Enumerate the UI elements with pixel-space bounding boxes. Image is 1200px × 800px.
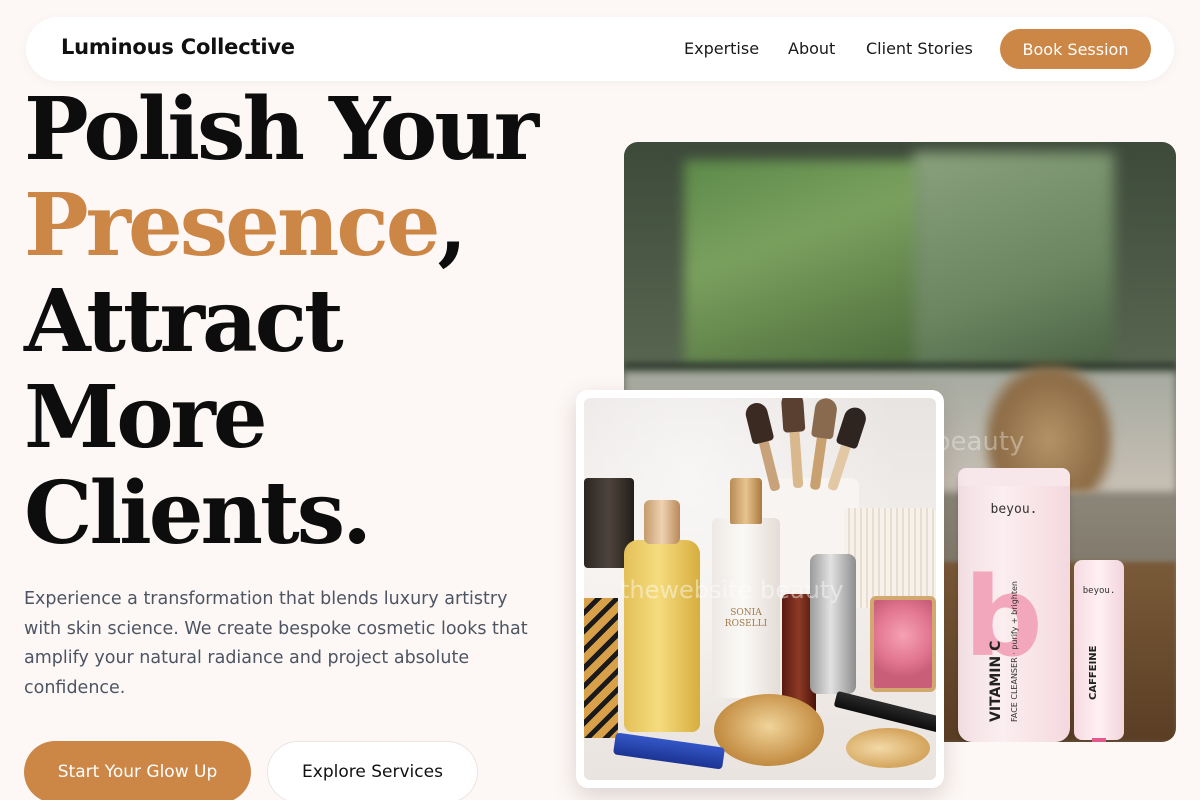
tube-sublabel: FACE CLEANSER · purify + brighten (1010, 581, 1019, 722)
blush-compact (870, 596, 936, 692)
hero-inset-image-card: SONIA ROSELLI thewebsite beauty (576, 390, 944, 788)
headline-line-5: Clients. (24, 463, 372, 564)
gold-compact (714, 694, 824, 766)
headline-line-3: Attract (24, 271, 344, 372)
start-glow-up-button[interactable]: Start Your Glow Up (24, 741, 251, 800)
brush-2-head (780, 398, 806, 433)
gold-leaf-ornament (846, 728, 930, 768)
book-session-button[interactable]: Book Session (1000, 29, 1151, 69)
headline-line-2: Presence, (24, 178, 584, 274)
hero-description: Experience a transformation that blends … (24, 589, 528, 698)
inset-watermark: thewebsite beauty (620, 576, 844, 604)
nav-link-client-stories[interactable]: Client Stories (866, 39, 973, 58)
tube-brand: beyou. (990, 502, 1038, 517)
silver-tube (810, 554, 856, 694)
headline-comma: , (437, 175, 467, 276)
image-window-frame (624, 142, 1176, 372)
image-watermark: beauty (934, 427, 1025, 457)
tube-label: VITAMIN C (988, 640, 1004, 722)
gold-serum-bottle (624, 500, 700, 732)
nav-link-about[interactable]: About (788, 39, 835, 58)
small-tube-cap (1092, 738, 1106, 742)
white-pump-bottle: SONIA ROSELLI (712, 478, 780, 698)
headline-line-1: Polish Your (24, 79, 539, 180)
pump-cap (730, 478, 762, 524)
nav-link-expertise[interactable]: Expertise (684, 39, 759, 58)
hero-inset-image: SONIA ROSELLI thewebsite beauty (584, 398, 936, 780)
gold-bottle-dropper (644, 500, 680, 544)
headline-accent-word: Presence (24, 175, 440, 276)
cotton-swabs (844, 508, 936, 608)
bottle-label: SONIA ROSELLI (724, 608, 768, 629)
headline-line-4: More (24, 367, 268, 468)
explore-services-button[interactable]: Explore Services (267, 741, 478, 800)
hero-headline: Polish Your Presence, Attract More Clien… (24, 82, 584, 562)
vitamin-c-tube: beyou. b VITAMIN C FACE CLEANSER · purif… (958, 468, 1070, 742)
caffeine-tube: beyou. CAFFEINE (1074, 560, 1124, 742)
small-tube-brand: beyou. (1082, 586, 1116, 596)
small-tube-label: CAFFEINE (1088, 645, 1099, 701)
top-navigation: Luminous Collective Expertise About Clie… (26, 17, 1174, 81)
zebra-box (584, 598, 618, 738)
tube-cap (958, 468, 1070, 486)
